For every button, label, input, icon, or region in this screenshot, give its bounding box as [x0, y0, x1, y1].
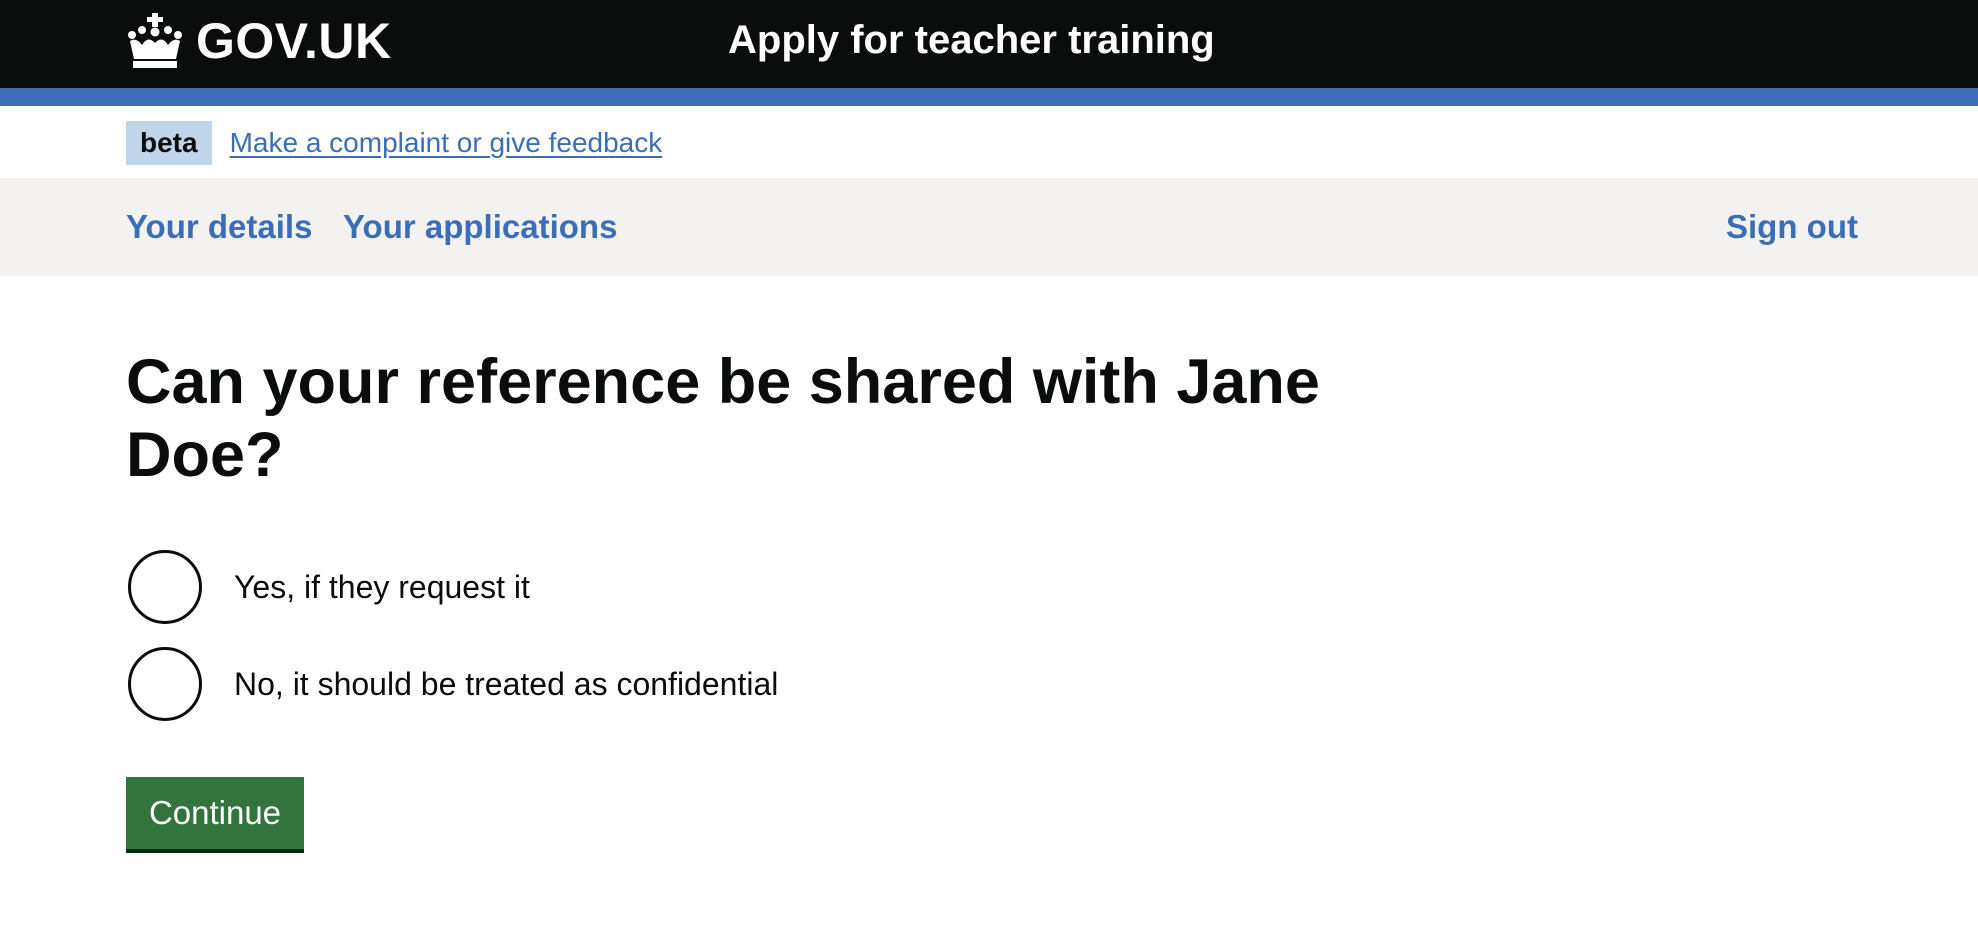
primary-navigation: Your details Your applications Sign out — [0, 178, 1978, 276]
govuk-logo-text: GOV.UK — [196, 13, 392, 69]
radio-button-yes[interactable] — [128, 550, 202, 624]
nav-item-your-details[interactable]: Your details — [126, 208, 312, 246]
radio-option-no[interactable]: No, it should be treated as confidential — [126, 647, 778, 721]
feedback-link[interactable]: Make a complaint or give feedback — [230, 127, 663, 159]
page-heading: Can your reference be shared with Jane D… — [126, 347, 1320, 490]
radio-button-no[interactable] — [128, 647, 202, 721]
site-header: GOV.UK Apply for teacher training — [0, 0, 1978, 88]
nav-item-your-applications[interactable]: Your applications — [343, 208, 617, 246]
phase-banner: beta Make a complaint or give feedback — [126, 121, 662, 165]
radio-label-yes[interactable]: Yes, if they request it — [234, 569, 530, 606]
phase-tag: beta — [126, 121, 212, 165]
header-accent-bar — [0, 88, 1978, 106]
radio-label-no[interactable]: No, it should be treated as confidential — [234, 666, 778, 703]
service-name-link[interactable]: Apply for teacher training — [728, 18, 1215, 63]
sign-out-link[interactable]: Sign out — [1726, 208, 1858, 246]
govuk-logo-link[interactable]: GOV.UK — [126, 10, 392, 72]
crown-icon — [126, 13, 184, 69]
continue-button[interactable]: Continue — [126, 777, 304, 849]
radio-option-yes[interactable]: Yes, if they request it — [126, 550, 530, 624]
